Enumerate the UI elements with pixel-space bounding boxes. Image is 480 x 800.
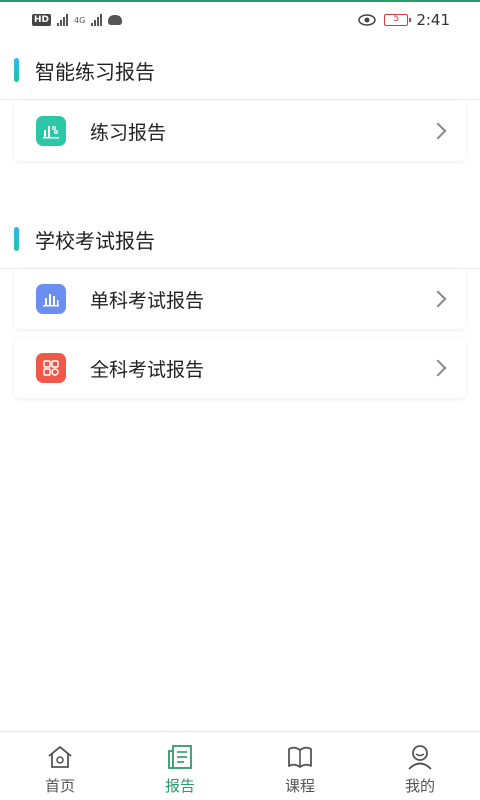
book-icon	[285, 742, 315, 772]
practice-report-card[interactable]: 练习报告	[14, 101, 466, 161]
nav-item-report[interactable]: 报告	[120, 732, 240, 800]
eye-icon	[358, 14, 377, 26]
signal-icon	[57, 14, 69, 26]
section-header-exam: 学校考试报告	[0, 207, 480, 269]
report-icon	[165, 742, 195, 772]
signal-icon-2	[91, 14, 103, 26]
network-type: 4G	[74, 15, 86, 25]
single-subject-report-card[interactable]: 单科考试报告	[14, 269, 466, 329]
section-title-exam: 学校考试报告	[35, 229, 155, 253]
bottom-nav: 首页 报告 课程 我的	[0, 731, 480, 800]
nav-label-report: 报告	[164, 777, 195, 795]
chevron-right-icon	[429, 290, 447, 308]
nav-label-home: 首页	[44, 777, 75, 795]
battery-icon: 5	[384, 14, 412, 26]
chevron-right-icon	[429, 359, 447, 377]
section-accent-bar	[14, 58, 19, 82]
nav-item-mine[interactable]: 我的	[360, 732, 480, 800]
cloud-icon	[108, 15, 123, 25]
user-icon	[405, 742, 435, 772]
chevron-right-icon	[429, 122, 447, 140]
practice-report-icon	[36, 116, 66, 146]
section-title-practice: 智能练习报告	[35, 60, 155, 84]
single-subject-report-label: 单科考试报告	[90, 289, 205, 312]
nav-item-home[interactable]: 首页	[0, 732, 120, 800]
hd-badge: HD	[32, 14, 52, 26]
all-subject-report-card[interactable]: 全科考试报告	[14, 338, 466, 398]
all-subject-report-label: 全科考试报告	[90, 358, 205, 381]
status-bar: HD 4G 5 2:41	[0, 2, 480, 38]
home-icon	[45, 742, 75, 772]
bar-chart-icon	[36, 284, 66, 314]
section-header-practice: 智能练习报告	[0, 38, 480, 100]
status-time: 2:41	[416, 11, 450, 29]
grid-icon	[36, 353, 66, 383]
section-accent-bar	[14, 227, 19, 251]
nav-item-course[interactable]: 课程	[240, 732, 360, 800]
nav-label-course: 课程	[284, 777, 315, 795]
practice-report-label: 练习报告	[90, 121, 167, 144]
nav-label-mine: 我的	[404, 777, 435, 795]
